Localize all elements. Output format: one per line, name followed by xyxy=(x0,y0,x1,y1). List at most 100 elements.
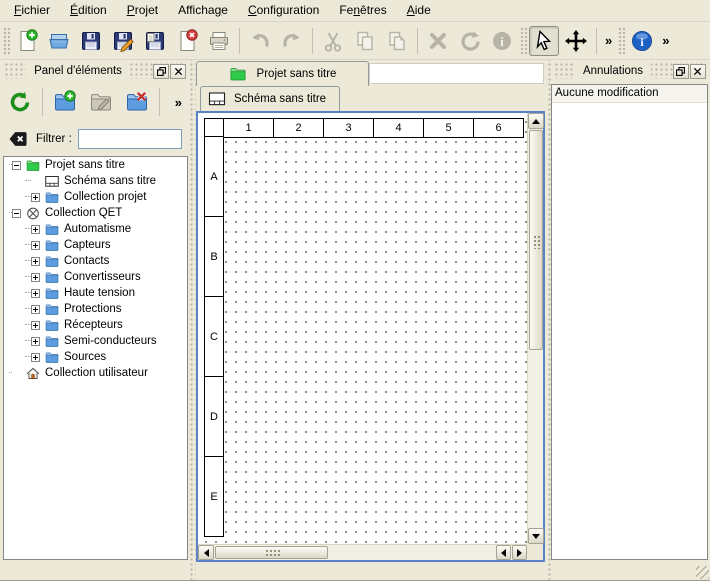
tree-expander-placeholder xyxy=(31,177,40,186)
tree-item-label: Collection projet xyxy=(64,191,146,203)
select-mode-button[interactable] xyxy=(529,26,559,56)
horizontal-scroll-thumb[interactable] xyxy=(215,546,328,559)
expand-icon[interactable] xyxy=(31,289,40,298)
expand-icon[interactable] xyxy=(31,273,40,282)
collapse-icon[interactable] xyxy=(12,161,21,170)
expand-icon[interactable] xyxy=(31,193,40,202)
elements-panel-titlebar[interactable]: Panel d'éléments xyxy=(4,63,186,79)
save-as-icon xyxy=(111,29,135,53)
scroll-left-button[interactable] xyxy=(198,545,214,560)
vertical-scrollbar[interactable] xyxy=(527,113,543,544)
folder-blue-icon xyxy=(44,238,60,253)
undo-panel-float-button[interactable] xyxy=(673,64,689,79)
tree-item-semi-conducteurs[interactable]: Semi-conducteurs xyxy=(4,333,187,349)
save-icon xyxy=(79,29,103,53)
tree-item-convertisseurs[interactable]: Convertisseurs xyxy=(4,269,187,285)
toolbar-handle[interactable] xyxy=(617,26,625,56)
toolbar-overflow-button[interactable]: » xyxy=(658,33,673,48)
vertical-scroll-thumb[interactable] xyxy=(529,130,543,350)
expand-icon[interactable] xyxy=(31,305,40,314)
delete-category-button[interactable] xyxy=(122,87,152,117)
undo-panel-close-button[interactable] xyxy=(690,64,706,79)
tree-item-collection-utilisateur[interactable]: Collection utilisateur xyxy=(4,365,187,381)
tree-item-re-cepteurs[interactable]: Récepteurs xyxy=(4,317,187,333)
undo-list-item[interactable]: Aucune modification xyxy=(552,85,707,103)
scroll-down-button[interactable] xyxy=(528,528,544,544)
new-category-button[interactable] xyxy=(50,87,80,117)
edit-category-button[interactable] xyxy=(86,87,116,117)
elements-panel-title: Panel d'éléments xyxy=(26,63,130,79)
print-button[interactable] xyxy=(204,26,234,56)
tree-item-contacts[interactable]: Contacts xyxy=(4,253,187,269)
expand-icon[interactable] xyxy=(31,321,40,330)
tree-item-label: Haute tension xyxy=(64,287,135,299)
save-button[interactable] xyxy=(76,26,106,56)
horizontal-scrollbar[interactable] xyxy=(198,544,527,560)
scroll-right-button[interactable] xyxy=(512,545,527,560)
elements-panel-close-button[interactable] xyxy=(170,64,186,79)
tab-schema[interactable]: Schéma sans titre xyxy=(200,86,340,111)
expand-icon[interactable] xyxy=(31,241,40,250)
undo-panel-titlebar[interactable]: Annulations xyxy=(554,63,706,79)
pan-mode-button[interactable] xyxy=(561,26,591,56)
main-toolbar: i»i» xyxy=(0,22,710,60)
frame-row-b: B xyxy=(204,216,224,297)
redo-button[interactable] xyxy=(277,26,307,56)
menu-aide[interactable]: Aide xyxy=(397,0,441,21)
new-project-button[interactable] xyxy=(12,26,42,56)
collapse-icon[interactable] xyxy=(12,209,21,218)
toolbar-overflow-button[interactable]: » xyxy=(601,33,616,48)
undo-button[interactable] xyxy=(245,26,275,56)
tree-item-protections[interactable]: Protections xyxy=(4,301,187,317)
delete-button[interactable] xyxy=(423,26,453,56)
frame-column-5: 5 xyxy=(423,118,474,138)
menu-affichage[interactable]: Affichage xyxy=(168,0,238,21)
tree-item-capteurs[interactable]: Capteurs xyxy=(4,237,187,253)
scroll-left-button-2[interactable] xyxy=(496,545,511,560)
tree-item-haute-tension[interactable]: Haute tension xyxy=(4,285,187,301)
menu-fichier[interactable]: Fichier xyxy=(4,0,60,21)
menu-configuration[interactable]: Configuration xyxy=(238,0,329,21)
tree-item-sources[interactable]: Sources xyxy=(4,349,187,365)
elements-panel-float-button[interactable] xyxy=(153,64,169,79)
reload-collections-button[interactable] xyxy=(5,87,35,117)
folder-blue-icon xyxy=(44,190,60,205)
open-project-button[interactable] xyxy=(44,26,74,56)
delete-icon xyxy=(426,29,450,53)
rotate-button[interactable] xyxy=(455,26,485,56)
expand-icon[interactable] xyxy=(31,353,40,362)
menu-edition[interactable]: Édition xyxy=(60,0,117,21)
project-tabbar: Projet sans titre xyxy=(196,61,546,86)
project-tab-label: Projet sans titre xyxy=(257,68,337,80)
schema-canvas[interactable]: 123456 ABCDE xyxy=(198,113,527,544)
tree-item-projet-sans-titre[interactable]: Projet sans titre xyxy=(4,157,187,173)
expand-icon[interactable] xyxy=(31,225,40,234)
cut-button[interactable] xyxy=(318,26,348,56)
save-all-button[interactable] xyxy=(140,26,170,56)
close-file-button[interactable] xyxy=(172,26,202,56)
clear-filter-button[interactable] xyxy=(6,129,30,149)
copy-button[interactable] xyxy=(350,26,380,56)
toolbar-handle[interactable] xyxy=(519,26,527,56)
folder-blue-icon xyxy=(44,350,60,365)
expand-icon[interactable] xyxy=(31,257,40,266)
paste-button[interactable] xyxy=(382,26,412,56)
tree-item-collection-qet[interactable]: Collection QET xyxy=(4,205,187,221)
left-splitter[interactable] xyxy=(188,60,196,581)
properties-button[interactable]: i xyxy=(487,26,517,56)
toolbar-handle[interactable] xyxy=(2,26,10,56)
tree-item-automatisme[interactable]: Automatisme xyxy=(4,221,187,237)
expand-icon[interactable] xyxy=(31,337,40,346)
tree-item-sche-ma-sans-titre[interactable]: Schéma sans titre xyxy=(4,173,187,189)
menu-fenetres[interactable]: Fenêtres xyxy=(329,0,396,21)
folder-green-icon xyxy=(25,158,41,173)
about-qet-button[interactable]: i xyxy=(627,26,657,56)
tab-project[interactable]: Projet sans titre xyxy=(196,61,369,86)
menu-projet[interactable]: Projet xyxy=(117,0,168,21)
save-as-button[interactable] xyxy=(108,26,138,56)
scroll-up-button[interactable] xyxy=(528,113,544,129)
elements-toolbar-overflow-button[interactable]: » xyxy=(175,95,182,110)
filter-input[interactable] xyxy=(78,129,182,149)
tree-item-collection-projet[interactable]: Collection projet xyxy=(4,189,187,205)
window-size-grip[interactable] xyxy=(696,566,709,579)
